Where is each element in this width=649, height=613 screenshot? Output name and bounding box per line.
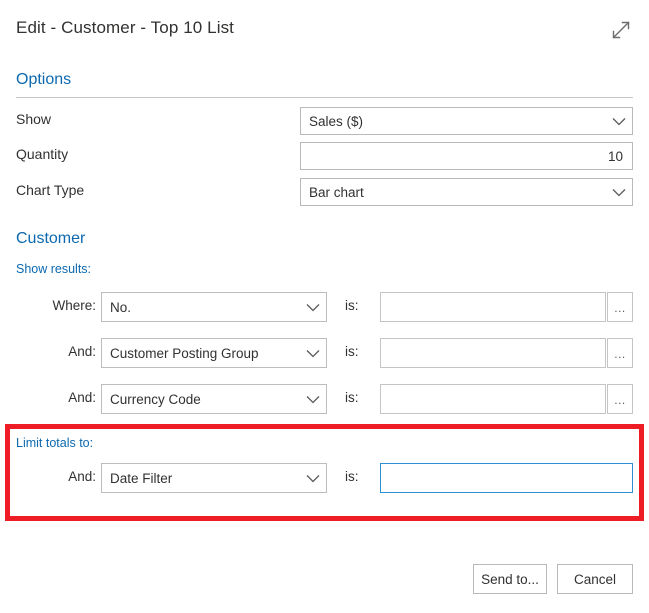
show-results-label: Show results:: [16, 262, 91, 276]
filter-field-value: No.: [102, 300, 300, 315]
customer-section-heading: Customer: [16, 230, 85, 248]
filter-field-value: Customer Posting Group: [102, 346, 300, 361]
filter-row: Where: No. is: ...: [0, 292, 649, 322]
chart-type-dropdown[interactable]: Bar chart: [300, 178, 633, 206]
filter-field-dropdown[interactable]: Currency Code: [101, 384, 327, 414]
filter-is-label: is:: [345, 298, 359, 313]
filter-row: And: Customer Posting Group is: ...: [0, 338, 649, 368]
chevron-down-icon: [300, 349, 326, 358]
totals-filter-is-label: is:: [345, 469, 359, 484]
quantity-value: 10: [301, 149, 632, 164]
limit-totals-to-label: Limit totals to:: [16, 436, 93, 450]
chevron-down-icon: [300, 474, 326, 483]
option-row-show: Show Sales ($): [0, 107, 649, 135]
send-to-button[interactable]: Send to...: [473, 564, 547, 594]
filter-is-label: is:: [345, 344, 359, 359]
show-label: Show: [16, 111, 51, 127]
options-section-divider: [16, 97, 633, 98]
totals-filter-field-dropdown[interactable]: Date Filter: [101, 463, 327, 493]
filter-field-dropdown[interactable]: Customer Posting Group: [101, 338, 327, 368]
filter-assist-button[interactable]: ...: [607, 338, 633, 368]
filter-value-input[interactable]: [380, 384, 606, 414]
filter-assist-label: ...: [614, 348, 626, 367]
filter-conjunction: Where:: [36, 298, 96, 313]
option-row-chart-type: Chart Type Bar chart: [0, 178, 649, 206]
filter-conjunction: And:: [36, 344, 96, 359]
filter-assist-button[interactable]: ...: [607, 292, 633, 322]
chart-type-value: Bar chart: [301, 185, 606, 200]
totals-filter-field-value: Date Filter: [102, 471, 300, 486]
cancel-button[interactable]: Cancel: [557, 564, 633, 594]
dialog-titlebar: Edit - Customer - Top 10 List: [0, 0, 649, 60]
dialog-title: Edit - Customer - Top 10 List: [16, 18, 234, 38]
chart-type-label: Chart Type: [16, 182, 84, 198]
filter-conjunction: And:: [36, 390, 96, 405]
expand-diagonal-icon[interactable]: [605, 14, 637, 46]
show-dropdown[interactable]: Sales ($): [300, 107, 633, 135]
filter-field-value: Currency Code: [102, 392, 300, 407]
quantity-input[interactable]: 10: [300, 142, 633, 170]
filter-assist-button[interactable]: ...: [607, 384, 633, 414]
date-filter-value-input[interactable]: [380, 463, 633, 493]
filter-row: And: Currency Code is: ...: [0, 384, 649, 414]
quantity-label: Quantity: [16, 146, 68, 162]
chevron-down-icon: [300, 395, 326, 404]
chevron-down-icon: [606, 188, 632, 197]
filter-is-label: is:: [345, 390, 359, 405]
filter-value-input[interactable]: [380, 338, 606, 368]
option-row-quantity: Quantity 10: [0, 142, 649, 170]
show-value: Sales ($): [301, 114, 606, 129]
chevron-down-icon: [300, 303, 326, 312]
options-section-heading: Options: [16, 71, 71, 89]
filter-assist-label: ...: [614, 302, 626, 321]
totals-filter-conjunction: And:: [36, 469, 96, 484]
filter-value-input[interactable]: [380, 292, 606, 322]
filter-field-dropdown[interactable]: No.: [101, 292, 327, 322]
filter-assist-label: ...: [614, 394, 626, 413]
totals-filter-row: And: Date Filter is:: [0, 463, 649, 493]
chevron-down-icon: [606, 117, 632, 126]
